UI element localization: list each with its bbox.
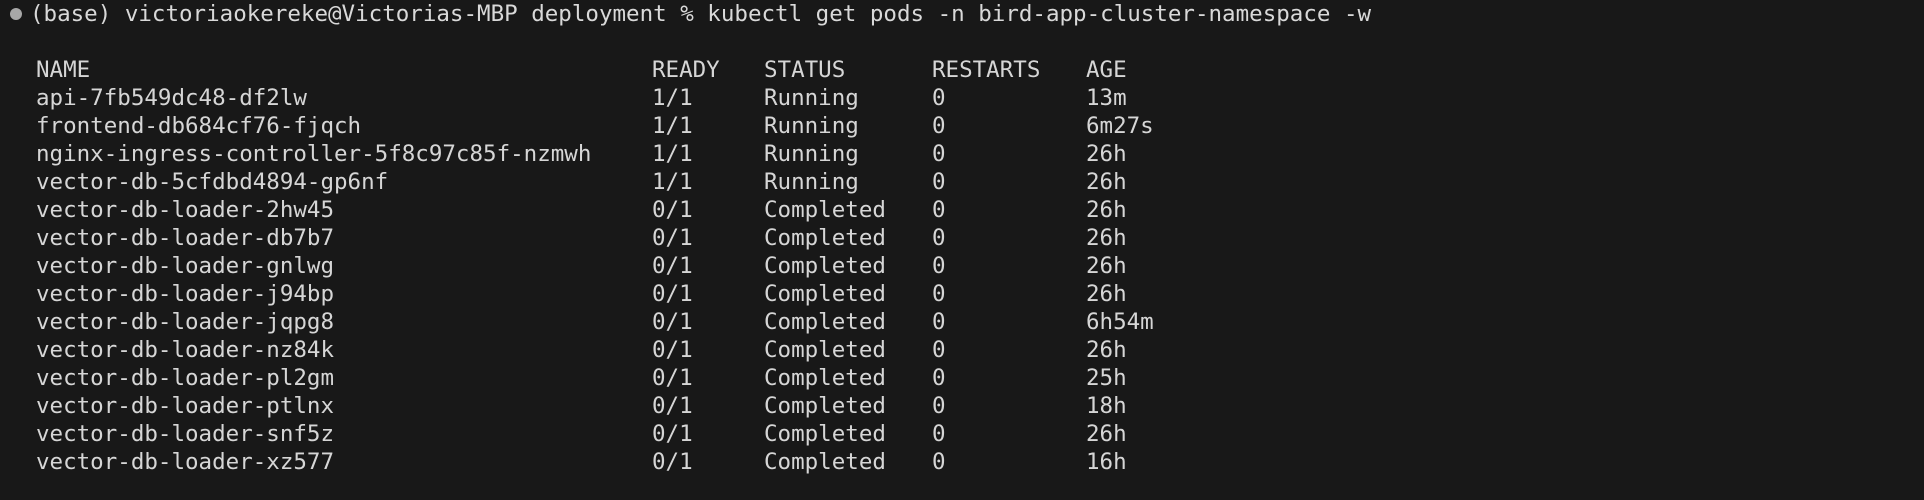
pod-status: Completed (764, 281, 886, 307)
pod-name: api-7fb549dc48-df2lw (36, 85, 307, 111)
pod-status: Running (764, 85, 859, 111)
pod-status: Completed (764, 365, 886, 391)
pod-ready: 0/1 (652, 253, 693, 279)
pod-status: Running (764, 141, 859, 167)
pod-restarts: 0 (932, 449, 946, 475)
pod-name: vector-db-loader-snf5z (36, 421, 335, 447)
pod-ready: 0/1 (652, 225, 693, 251)
pod-restarts: 0 (932, 281, 946, 307)
pod-status: Running (764, 169, 859, 195)
column-header-restarts: RESTARTS (932, 57, 1041, 83)
pod-status: Completed (764, 449, 886, 475)
pod-age: 26h (1086, 169, 1127, 195)
table-row: vector-db-loader-jqpg8 0/1 Completed 0 6h54m (36, 308, 1886, 336)
command-text: (base) victoriaokereke@Victorias-MBP dep… (30, 1, 1372, 27)
table-row: vector-db-loader-j94bp 0/1 Completed 0 26h (36, 280, 1886, 308)
pod-age: 6h54m (1086, 309, 1154, 335)
pod-age: 16h (1086, 449, 1127, 475)
pod-age: 18h (1086, 393, 1127, 419)
pod-name: vector-db-loader-gnlwg (36, 253, 335, 279)
table-row: vector-db-5cfdbd4894-gp6nf 1/1 Running 0 26h (36, 168, 1886, 196)
pod-age: 13m (1086, 85, 1127, 111)
table-row: vector-db-loader-2hw45 0/1 Completed 0 26h (36, 196, 1886, 224)
command-status-icon (10, 8, 22, 20)
table-row: vector-db-loader-db7b7 0/1 Completed 0 26h (36, 224, 1886, 252)
pod-restarts: 0 (932, 85, 946, 111)
pod-restarts: 0 (932, 169, 946, 195)
pod-name: frontend-db684cf76-fjqch (36, 113, 362, 139)
pods-table: NAME READY STATUS RESTARTS AGE api-7fb54… (36, 56, 1886, 476)
pod-ready: 1/1 (652, 113, 693, 139)
pod-status: Running (764, 113, 859, 139)
pod-restarts: 0 (932, 421, 946, 447)
pod-age: 6m27s (1086, 113, 1154, 139)
pod-restarts: 0 (932, 393, 946, 419)
pod-ready: 1/1 (652, 169, 693, 195)
column-header-ready: READY (652, 57, 720, 83)
table-row: vector-db-loader-gnlwg 0/1 Completed 0 26h (36, 252, 1886, 280)
table-row: nginx-ingress-controller-5f8c97c85f-nzmw… (36, 140, 1886, 168)
pod-name: nginx-ingress-controller-5f8c97c85f-nzmw… (36, 141, 592, 167)
pod-name: vector-db-5cfdbd4894-gp6nf (36, 169, 389, 195)
pod-ready: 0/1 (652, 197, 693, 223)
pod-restarts: 0 (932, 141, 946, 167)
pod-status: Completed (764, 253, 886, 279)
table-row: frontend-db684cf76-fjqch 1/1 Running 0 6m27s (36, 112, 1886, 140)
pod-age: 26h (1086, 281, 1127, 307)
pod-ready: 0/1 (652, 449, 693, 475)
table-row: vector-db-loader-pl2gm 0/1 Completed 0 25h (36, 364, 1886, 392)
pod-name: vector-db-loader-pl2gm (36, 365, 335, 391)
pod-age: 26h (1086, 225, 1127, 251)
pod-name: vector-db-loader-xz577 (36, 449, 335, 475)
pod-ready: 0/1 (652, 393, 693, 419)
pod-status: Completed (764, 197, 886, 223)
pod-age: 26h (1086, 141, 1127, 167)
table-row: vector-db-loader-snf5z 0/1 Completed 0 26h (36, 420, 1886, 448)
pod-name: vector-db-loader-ptlnx (36, 393, 335, 419)
pod-ready: 0/1 (652, 337, 693, 363)
table-row: vector-db-loader-ptlnx 0/1 Completed 0 18h (36, 392, 1886, 420)
pod-ready: 1/1 (652, 141, 693, 167)
pod-age: 26h (1086, 337, 1127, 363)
pod-status: Completed (764, 337, 886, 363)
column-header-age: AGE (1086, 57, 1127, 83)
pod-restarts: 0 (932, 113, 946, 139)
pod-restarts: 0 (932, 253, 946, 279)
table-row: vector-db-loader-xz577 0/1 Completed 0 16h (36, 448, 1886, 476)
terminal-window[interactable]: (base) victoriaokereke@Victorias-MBP dep… (0, 0, 1924, 500)
pod-ready: 1/1 (652, 85, 693, 111)
pod-restarts: 0 (932, 309, 946, 335)
pod-name: vector-db-loader-db7b7 (36, 225, 335, 251)
pod-age: 26h (1086, 197, 1127, 223)
pod-restarts: 0 (932, 225, 946, 251)
pod-name: vector-db-loader-jqpg8 (36, 309, 335, 335)
pod-name: vector-db-loader-j94bp (36, 281, 335, 307)
pod-status: Completed (764, 309, 886, 335)
table-header-row: NAME READY STATUS RESTARTS AGE (36, 56, 1886, 84)
pod-status: Completed (764, 225, 886, 251)
pod-name: vector-db-loader-2hw45 (36, 197, 335, 223)
pod-status: Completed (764, 393, 886, 419)
pod-age: 26h (1086, 421, 1127, 447)
pod-status: Completed (764, 421, 886, 447)
pod-ready: 0/1 (652, 309, 693, 335)
pod-age: 26h (1086, 253, 1127, 279)
pod-restarts: 0 (932, 365, 946, 391)
column-header-status: STATUS (764, 57, 846, 83)
table-row: vector-db-loader-nz84k 0/1 Completed 0 26h (36, 336, 1886, 364)
pod-age: 25h (1086, 365, 1127, 391)
pod-name: vector-db-loader-nz84k (36, 337, 335, 363)
pod-restarts: 0 (932, 197, 946, 223)
pod-ready: 0/1 (652, 365, 693, 391)
command-line: (base) victoriaokereke@Victorias-MBP dep… (0, 0, 1371, 28)
pod-restarts: 0 (932, 337, 946, 363)
column-header-name: NAME (36, 57, 91, 83)
table-row: api-7fb549dc48-df2lw 1/1 Running 0 13m (36, 84, 1886, 112)
pod-ready: 0/1 (652, 281, 693, 307)
pod-ready: 0/1 (652, 421, 693, 447)
